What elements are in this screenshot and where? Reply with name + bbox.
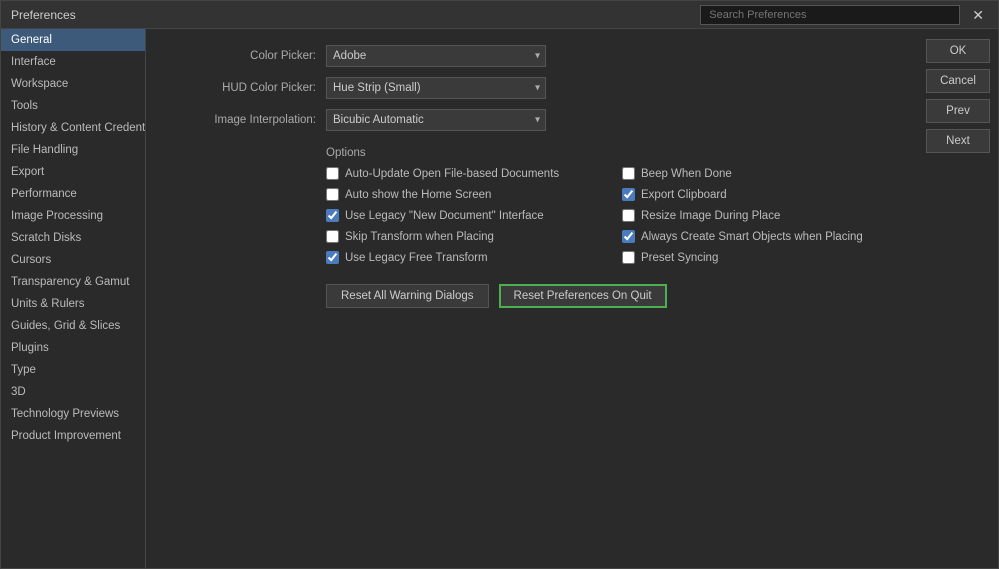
checkbox-legacy-transform-label: Use Legacy Free Transform	[345, 252, 488, 264]
hud-color-picker-label: HUD Color Picker:	[166, 82, 326, 94]
checkbox-smart-objects[interactable]: Always Create Smart Objects when Placing	[622, 230, 898, 243]
sidebar-item-general[interactable]: General	[1, 29, 145, 51]
checkbox-resize-place-input[interactable]	[622, 209, 635, 222]
checkbox-export-clipboard[interactable]: Export Clipboard	[622, 188, 898, 201]
sidebar-item-image-processing[interactable]: Image Processing	[1, 205, 145, 227]
image-interpolation-select[interactable]: Bicubic Automatic	[326, 109, 546, 131]
title-bar-right: ✕	[76, 5, 988, 25]
checkbox-legacy-new-doc-input[interactable]	[326, 209, 339, 222]
next-button[interactable]: Next	[926, 129, 990, 153]
ok-button[interactable]: OK	[926, 39, 990, 63]
hud-color-picker-select[interactable]: Hue Strip (Small)	[326, 77, 546, 99]
sidebar-item-file-handling[interactable]: File Handling	[1, 139, 145, 161]
options-grid: Auto-Update Open File-based Documents Be…	[326, 167, 898, 264]
sidebar-item-3d[interactable]: 3D	[1, 381, 145, 403]
checkbox-skip-transform-input[interactable]	[326, 230, 339, 243]
checkbox-auto-update-input[interactable]	[326, 167, 339, 180]
cancel-button[interactable]: Cancel	[926, 69, 990, 93]
main-panel: Color Picker: Adobe HUD Color Picker: Hu…	[146, 29, 918, 568]
sidebar-item-guides[interactable]: Guides, Grid & Slices	[1, 315, 145, 337]
checkbox-legacy-transform[interactable]: Use Legacy Free Transform	[326, 251, 602, 264]
reset-warnings-button[interactable]: Reset All Warning Dialogs	[326, 284, 489, 308]
dialog-title: Preferences	[11, 8, 76, 22]
checkbox-smart-objects-label: Always Create Smart Objects when Placing	[641, 231, 863, 243]
sidebar-item-product-improvement[interactable]: Product Improvement	[1, 425, 145, 447]
sidebar-item-tools[interactable]: Tools	[1, 95, 145, 117]
sidebar-item-export[interactable]: Export	[1, 161, 145, 183]
prev-button[interactable]: Prev	[926, 99, 990, 123]
checkbox-beep[interactable]: Beep When Done	[622, 167, 898, 180]
checkbox-legacy-new-doc[interactable]: Use Legacy "New Document" Interface	[326, 209, 602, 222]
checkbox-home-screen-input[interactable]	[326, 188, 339, 201]
image-interpolation-row: Image Interpolation: Bicubic Automatic	[166, 109, 898, 131]
checkbox-resize-place[interactable]: Resize Image During Place	[622, 209, 898, 222]
sidebar-item-interface[interactable]: Interface	[1, 51, 145, 73]
checkbox-legacy-transform-input[interactable]	[326, 251, 339, 264]
color-picker-label: Color Picker:	[166, 50, 326, 62]
sidebar-item-technology-previews[interactable]: Technology Previews	[1, 403, 145, 425]
dialog-body: General Interface Workspace Tools Histor…	[1, 29, 998, 568]
checkbox-resize-place-label: Resize Image During Place	[641, 210, 780, 222]
sidebar-item-history[interactable]: History & Content Credentials	[1, 117, 145, 139]
checkbox-legacy-new-doc-label: Use Legacy "New Document" Interface	[345, 210, 544, 222]
checkbox-export-clipboard-input[interactable]	[622, 188, 635, 201]
sidebar-item-cursors[interactable]: Cursors	[1, 249, 145, 271]
image-interpolation-select-wrapper: Bicubic Automatic	[326, 109, 546, 131]
title-bar: Preferences ✕	[1, 1, 998, 29]
color-picker-select-wrapper: Adobe	[326, 45, 546, 67]
checkbox-skip-transform-label: Skip Transform when Placing	[345, 231, 494, 243]
checkbox-skip-transform[interactable]: Skip Transform when Placing	[326, 230, 602, 243]
main-content: Color Picker: Adobe HUD Color Picker: Hu…	[146, 29, 998, 568]
hud-color-picker-row: HUD Color Picker: Hue Strip (Small)	[166, 77, 898, 99]
sidebar-item-units[interactable]: Units & Rulers	[1, 293, 145, 315]
side-buttons: OK Cancel Prev Next	[918, 29, 998, 568]
image-interpolation-label: Image Interpolation:	[166, 114, 326, 126]
checkbox-auto-update-label: Auto-Update Open File-based Documents	[345, 168, 559, 180]
checkbox-export-clipboard-label: Export Clipboard	[641, 189, 727, 201]
checkbox-preset-syncing-label: Preset Syncing	[641, 252, 718, 264]
sidebar-item-workspace[interactable]: Workspace	[1, 73, 145, 95]
options-title: Options	[326, 147, 898, 159]
sidebar: General Interface Workspace Tools Histor…	[1, 29, 146, 568]
action-buttons: Reset All Warning Dialogs Reset Preferen…	[326, 284, 898, 308]
checkbox-smart-objects-input[interactable]	[622, 230, 635, 243]
checkbox-home-screen-label: Auto show the Home Screen	[345, 189, 491, 201]
checkbox-preset-syncing[interactable]: Preset Syncing	[622, 251, 898, 264]
checkbox-preset-syncing-input[interactable]	[622, 251, 635, 264]
close-button[interactable]: ✕	[968, 8, 988, 22]
search-input[interactable]	[700, 5, 960, 25]
checkbox-beep-input[interactable]	[622, 167, 635, 180]
sidebar-item-plugins[interactable]: Plugins	[1, 337, 145, 359]
options-section: Options Auto-Update Open File-based Docu…	[326, 147, 898, 264]
sidebar-item-type[interactable]: Type	[1, 359, 145, 381]
checkbox-home-screen[interactable]: Auto show the Home Screen	[326, 188, 602, 201]
sidebar-item-scratch-disks[interactable]: Scratch Disks	[1, 227, 145, 249]
color-picker-row: Color Picker: Adobe	[166, 45, 898, 67]
sidebar-item-transparency[interactable]: Transparency & Gamut	[1, 271, 145, 293]
color-picker-select[interactable]: Adobe	[326, 45, 546, 67]
preferences-dialog: Preferences ✕ General Interface Workspac…	[0, 0, 999, 569]
hud-color-picker-select-wrapper: Hue Strip (Small)	[326, 77, 546, 99]
checkbox-auto-update[interactable]: Auto-Update Open File-based Documents	[326, 167, 602, 180]
sidebar-item-performance[interactable]: Performance	[1, 183, 145, 205]
reset-prefs-button[interactable]: Reset Preferences On Quit	[499, 284, 667, 308]
checkbox-beep-label: Beep When Done	[641, 168, 732, 180]
